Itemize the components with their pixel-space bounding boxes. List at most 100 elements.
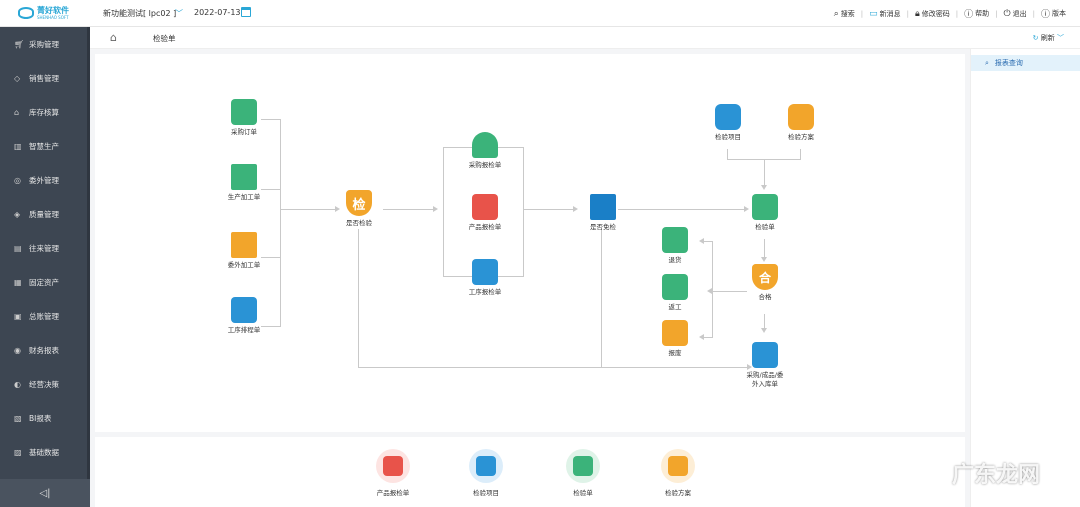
company-selector[interactable]: 新功能测试[ lpc02 ] <box>103 8 176 19</box>
tag-icon: ◇ <box>14 73 21 83</box>
inspect-plan-icon <box>788 104 814 130</box>
node-production-order[interactable]: 生产加工单 <box>219 164 269 202</box>
clipboard-icon <box>231 99 257 125</box>
info-icon: ⓘ <box>1040 10 1050 20</box>
decision-icon: ◐ <box>14 379 21 389</box>
node-outsource-order[interactable]: 委外加工单 <box>219 232 269 270</box>
brand-logo[interactable]: 菁好软件 SHENHAO SOFT <box>18 5 76 23</box>
watermark: 广东龙网 <box>951 463 1040 488</box>
shield-icon: 检 <box>346 190 372 216</box>
node-stock-in[interactable]: 采购/成品/委 外入库单 <box>733 342 797 389</box>
node-inspect-plan[interactable]: 检验方案 <box>781 104 821 142</box>
inspect-item-icon <box>469 449 503 483</box>
inspect-item-icon <box>715 104 741 130</box>
logo-icon <box>18 7 34 19</box>
data-icon: ▨ <box>14 447 22 457</box>
node-purchase-report[interactable]: 采购报检单 <box>463 132 507 170</box>
message-icon: ▭ <box>869 8 878 19</box>
warehouse-icon: ⌂ <box>14 107 20 117</box>
shield-icon: 合 <box>752 264 778 290</box>
sidebar-item-inventory[interactable]: ⌂ 库存核算 <box>0 95 90 129</box>
sidebar-item-quality[interactable]: ◈ 质量管理 <box>0 197 90 231</box>
factory-icon <box>231 232 257 258</box>
bridge-icon <box>590 194 616 220</box>
factory-icon <box>231 164 257 190</box>
inspect-sheet-icon <box>752 194 778 220</box>
sidebar-item-outsource[interactable]: ◎ 委外管理 <box>0 163 90 197</box>
divider: | <box>860 9 864 18</box>
top-bar: 菁好软件 SHENHAO SOFT 新功能测试[ lpc02 ] ﹀ 2022-… <box>0 0 1080 27</box>
shortcut-product-report[interactable]: 产品报检单 <box>363 449 423 497</box>
divider: | <box>1032 9 1035 18</box>
sidebar-item-general-ledger[interactable]: ▣ 总账管理 <box>0 299 90 333</box>
inspect-sheet-icon <box>566 449 600 483</box>
sidebar-item-bi[interactable]: ▧ BI报表 <box>0 401 90 435</box>
chevron-down-icon[interactable]: ﹀ <box>175 8 183 19</box>
node-product-report[interactable]: 产品报检单 <box>463 194 507 232</box>
tab-report-query[interactable]: ⌕ 报表查询 <box>971 55 1080 71</box>
divider: | <box>955 9 959 18</box>
node-return-goods[interactable]: 退货 <box>657 227 693 265</box>
sidebar-item-financial-report[interactable]: ◉ 财务报表 <box>0 333 90 367</box>
calendar-icon[interactable] <box>241 7 251 17</box>
shortcut-inspect-item[interactable]: 检验项目 <box>456 449 516 497</box>
brand-subtitle: SHENHAO SOFT <box>37 15 69 20</box>
breadcrumb: ⌂ 检验单 ↻ 刷新 ﹀ <box>90 27 1080 49</box>
messages-button[interactable]: ▭ 新消息 <box>869 9 901 19</box>
help-button[interactable]: ⓘ 帮助 <box>964 7 989 21</box>
node-need-inspect[interactable]: 检 是否检验 <box>339 190 379 228</box>
quality-icon: ◈ <box>14 209 21 219</box>
return-cart-icon <box>662 227 688 253</box>
shortcut-bar: 产品报检单 检验项目 检验单 检验方案 <box>95 437 965 507</box>
rework-icon <box>662 274 688 300</box>
node-exempt[interactable]: 是否免检 <box>583 194 623 232</box>
sidebar-item-basic-data[interactable]: ▨ 基础数据 <box>0 435 90 469</box>
flow-canvas: 采购订单 生产加工单 委外加工单 工序排程单 检 是否检验 采购报检单 产品报检… <box>95 54 965 432</box>
checklist-icon <box>231 297 257 323</box>
collapse-sidebar-button[interactable]: ◁| <box>0 479 90 507</box>
shortcut-inspect-sheet[interactable]: 检验单 <box>553 449 613 497</box>
version-button[interactable]: ⓘ 版本 <box>1040 7 1066 21</box>
logout-button[interactable]: ⏻ 退出 <box>1004 9 1027 19</box>
node-purchase-order[interactable]: 采购订单 <box>223 99 265 137</box>
ledger-icon: ▤ <box>14 243 22 253</box>
refresh-button[interactable]: ↻ 刷新 ﹀ <box>1033 33 1064 43</box>
bi-icon: ▧ <box>14 413 22 423</box>
truck-icon <box>472 132 498 158</box>
sidebar-item-sales[interactable]: ◇ 销售管理 <box>0 61 90 95</box>
home-icon[interactable]: ⌂ <box>110 31 117 44</box>
node-inspect-item[interactable]: 检验项目 <box>708 104 748 142</box>
power-icon: ⏻ <box>1003 8 1011 19</box>
right-panel: ⌕ 报表查询 <box>970 49 1080 507</box>
sidebar-item-production[interactable]: ▥ 智慧生产 <box>0 129 90 163</box>
warehouse-truck-icon <box>752 342 778 368</box>
scrap-box-icon <box>662 320 688 346</box>
sidebar-item-ledger[interactable]: ▤ 往来管理 <box>0 231 90 265</box>
refresh-icon: ↻ <box>1032 34 1041 42</box>
divider: | <box>995 9 998 18</box>
breadcrumb-current[interactable]: 检验单 <box>153 33 176 44</box>
sidebar-item-assets[interactable]: ▦ 固定资产 <box>0 265 90 299</box>
sidebar-item-decision[interactable]: ◐ 经营决策 <box>0 367 90 401</box>
change-password-button[interactable]: 🔒︎ 修改密码 <box>915 9 950 19</box>
sidebar-item-purchase[interactable]: 🛒︎ 采购管理 <box>0 27 90 61</box>
top-toolbar: ⌕ 搜索 | ▭ 新消息 | 🔒︎ 修改密码 | ⓘ 帮助 | ⏻ 退出 | ⓘ 版本 <box>834 7 1066 21</box>
node-inspect-sheet[interactable]: 检验单 <box>745 194 785 232</box>
chevron-down-icon: ﹀ <box>1054 34 1064 42</box>
search-button[interactable]: ⌕ 搜索 <box>834 9 855 19</box>
cart-icon: 🛒︎ <box>14 39 25 49</box>
node-process-plan[interactable]: 工序排程单 <box>219 297 269 335</box>
date-field[interactable]: 2022-07-13 <box>194 8 241 17</box>
main-content: 采购订单 生产加工单 委外加工单 工序排程单 检 是否检验 采购报检单 产品报检… <box>90 49 970 507</box>
shortcut-inspect-plan[interactable]: 检验方案 <box>648 449 708 497</box>
node-scrap[interactable]: 报废 <box>657 320 693 358</box>
report-icon: ◉ <box>14 345 21 355</box>
node-rework[interactable]: 返工 <box>657 274 693 312</box>
document-badge-icon <box>376 449 410 483</box>
node-process-report[interactable]: 工序报检单 <box>463 259 507 297</box>
book-icon: ▣ <box>14 311 22 321</box>
outsource-icon: ◎ <box>14 175 21 185</box>
node-qualified[interactable]: 合 合格 <box>745 264 785 302</box>
lock-icon: 🔒︎ <box>914 8 920 19</box>
search-icon: ⌕ <box>833 8 839 19</box>
